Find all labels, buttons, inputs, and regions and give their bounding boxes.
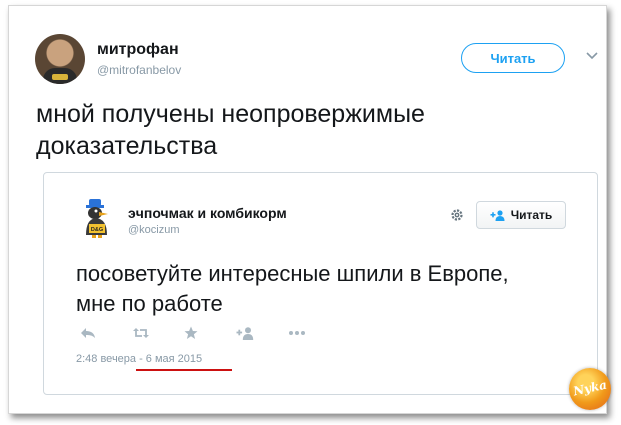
tweet-card: митрофан @mitrofanbelov Читать мной полу… xyxy=(8,5,611,414)
site-watermark-logo: Nyka xyxy=(569,368,611,410)
quoted-follow-button[interactable]: Читать xyxy=(476,201,566,229)
follow-add-button[interactable] xyxy=(236,323,288,343)
more-button[interactable] xyxy=(288,323,340,343)
author-avatar[interactable] xyxy=(35,34,85,84)
more-icon xyxy=(289,331,305,335)
quoted-author-handle[interactable]: @kocizum xyxy=(128,224,180,236)
like-icon xyxy=(184,326,198,339)
follow-add-icon xyxy=(236,326,254,340)
like-button[interactable] xyxy=(184,323,236,343)
tweet-text: мной получены неопровержимые доказательс… xyxy=(36,100,425,160)
date-highlight-underline xyxy=(136,369,232,371)
follow-button[interactable]: Читать xyxy=(461,43,565,73)
retweet-button[interactable] xyxy=(132,323,184,343)
gear-icon[interactable] xyxy=(450,208,464,222)
follow-user-icon xyxy=(490,209,505,221)
chevron-down-icon[interactable] xyxy=(586,51,598,61)
quoted-timestamp[interactable]: 2:48 вечера - 6 мая 2015 xyxy=(76,353,202,365)
quoted-tweet-text: посоветуйте интересные шпили в Европе, м… xyxy=(76,261,509,316)
author-name[interactable]: митрофан xyxy=(97,41,179,59)
reply-button[interactable] xyxy=(80,323,132,343)
retweet-icon xyxy=(133,328,149,338)
quoted-follow-label: Читать xyxy=(510,208,553,222)
quoted-author-avatar[interactable]: D&G xyxy=(80,197,114,239)
tweet-actions xyxy=(80,323,340,343)
quoted-avatar-caption: D&G xyxy=(91,227,103,233)
quoted-author-name[interactable]: эчпочмак и комбикорм xyxy=(128,205,287,221)
quoted-tweet[interactable]: D&G эчпочмак и комбикорм @kocizum Читать… xyxy=(43,172,598,395)
author-handle[interactable]: @mitrofanbelov xyxy=(97,63,181,77)
watermark-text: Nyka xyxy=(571,377,609,399)
reply-icon xyxy=(81,328,95,338)
avatar-shirt-print xyxy=(52,74,68,80)
